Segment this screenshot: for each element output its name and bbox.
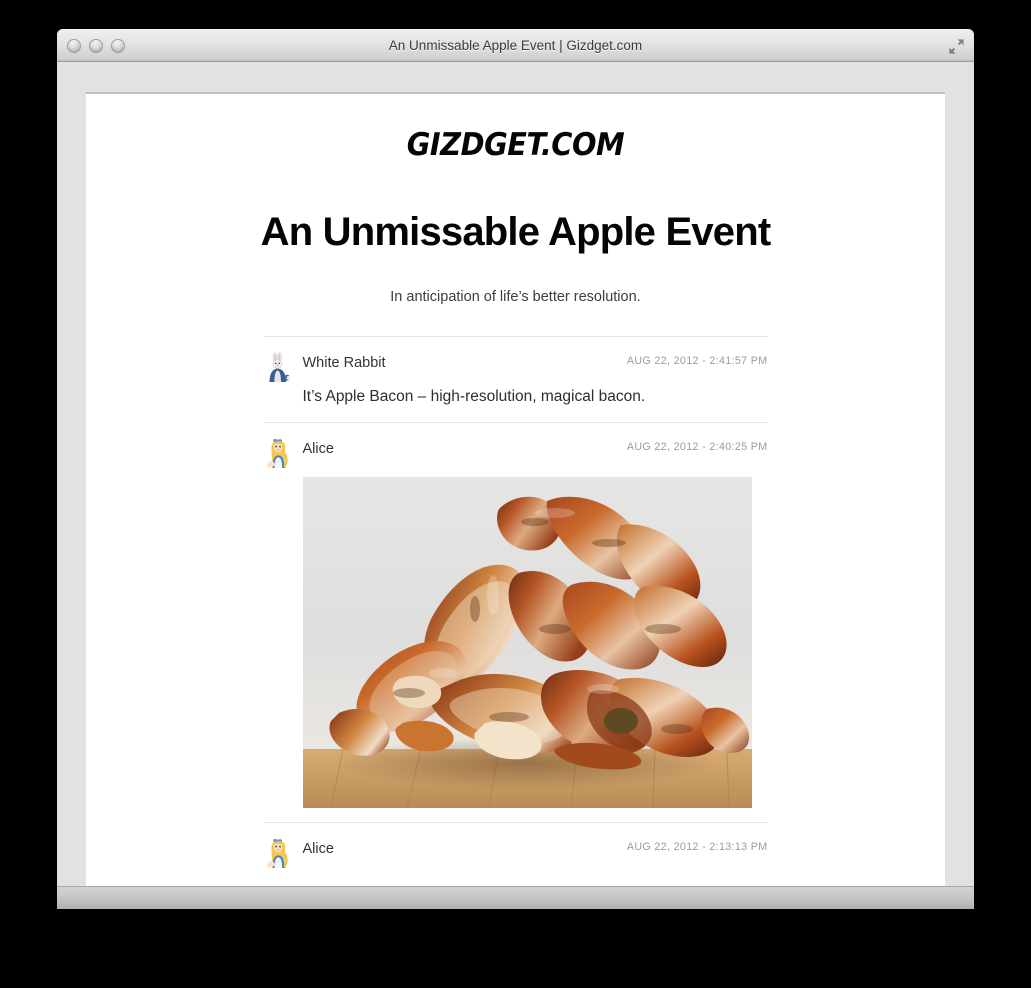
window-bottom-bar: [57, 886, 974, 909]
comment-timestamp: AUG 22, 2012 - 2:13:13 PM: [626, 840, 768, 853]
alice-avatar: [263, 437, 294, 468]
page-title: An Unmissable Apple Event: [260, 210, 772, 254]
comment-list: White Rabbit AUG 22, 2012 - 2:41:57 PM I…: [263, 336, 768, 893]
list-item: White Rabbit AUG 22, 2012 - 2:41:57 PM I…: [263, 336, 768, 422]
fullscreen-arrows-icon[interactable]: [948, 38, 965, 55]
comment-author[interactable]: White Rabbit: [303, 355, 386, 371]
window-content-area: GIZDGET.COM An Unmissable Apple Event In…: [57, 62, 974, 909]
comment-author[interactable]: Alice: [303, 841, 334, 857]
comment-timestamp: AUG 22, 2012 - 2:41:57 PM: [626, 355, 768, 367]
comment-header: White Rabbit AUG 22, 2012 - 2:41:57 PM: [263, 351, 768, 382]
list-item: Alice AUG 22, 2012 - 2:13:13 PM: [263, 821, 768, 893]
window-titlebar[interactable]: An Unmissable Apple Event | Gizdget.com: [57, 29, 974, 62]
list-item: Alice AUG 22, 2012 - 2:40:25 PM: [263, 421, 768, 822]
comment-photo-bacon[interactable]: [302, 476, 752, 808]
comment-author[interactable]: Alice: [303, 441, 334, 457]
site-logo[interactable]: GIZDGET.COM: [116, 127, 915, 163]
white-rabbit-avatar: [263, 352, 294, 382]
comment-header: Alice AUG 22, 2012 - 2:13:13 PM: [263, 837, 768, 868]
browser-window: An Unmissable Apple Event | Gizdget.com …: [57, 29, 974, 909]
page-subtitle: In anticipation of life’s better resolut…: [390, 289, 641, 305]
alice-avatar: [263, 837, 294, 868]
comment-text: It’s Apple Bacon – high-resolution, magi…: [302, 388, 646, 405]
webpage-canvas: GIZDGET.COM An Unmissable Apple Event In…: [86, 92, 945, 909]
comment-header: Alice AUG 22, 2012 - 2:40:25 PM: [263, 437, 768, 468]
comment-timestamp: AUG 22, 2012 - 2:40:25 PM: [626, 440, 768, 453]
window-title: An Unmissable Apple Event | Gizdget.com: [388, 38, 643, 53]
